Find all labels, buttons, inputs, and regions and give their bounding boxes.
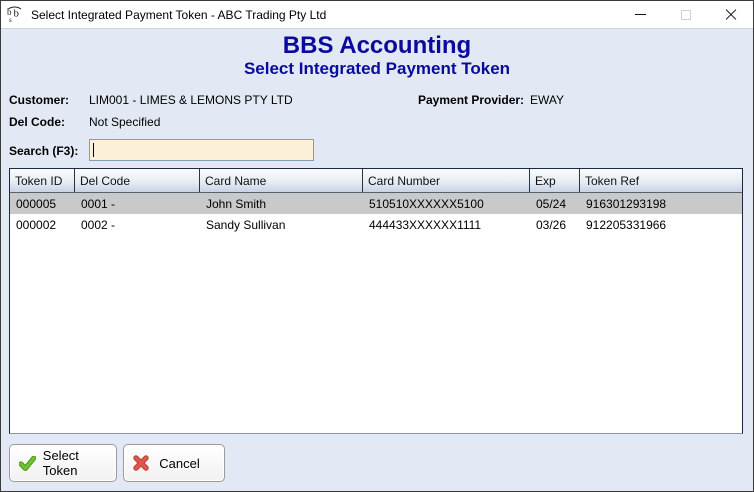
column-header-token-ref[interactable]: Token Ref	[580, 169, 742, 192]
cell-token-id: 000002	[10, 214, 75, 235]
column-header-del-code[interactable]: Del Code	[75, 169, 200, 192]
close-icon	[725, 9, 737, 21]
window-controls	[618, 1, 753, 28]
cell-token-ref: 912205331966	[580, 214, 742, 235]
token-table: Token ID Del Code Card Name Card Number …	[9, 168, 743, 434]
cell-del-code: 0001 -	[75, 193, 200, 214]
page-title: BBS Accounting	[1, 32, 753, 60]
green-check-icon	[19, 456, 36, 471]
cell-del-code: 0002 -	[75, 214, 200, 235]
search-field-wrap	[89, 139, 314, 161]
search-input[interactable]	[89, 139, 314, 161]
del-code-label: Del Code:	[9, 115, 65, 129]
cell-exp: 03/26	[530, 214, 580, 235]
page-subtitle: Select Integrated Payment Token	[1, 59, 753, 79]
customer-label: Customer:	[9, 93, 69, 107]
dialog-window: b b s Select Integrated Payment Token - …	[0, 0, 754, 492]
cell-card-number: 444433XXXXXX1111	[363, 214, 530, 235]
customer-value: LIM001 - LIMES & LEMONS PTY LTD	[89, 93, 293, 107]
select-token-button[interactable]: Select Token	[9, 444, 117, 482]
table-row[interactable]: 000005 0001 - John Smith 510510XXXXXX510…	[10, 193, 742, 214]
column-header-card-name[interactable]: Card Name	[200, 169, 363, 192]
svg-text:s: s	[9, 16, 12, 24]
minimize-button[interactable]	[618, 1, 663, 28]
cell-token-ref: 916301293198	[580, 193, 742, 214]
app-logo-icon: b b s	[6, 6, 24, 24]
cancel-button[interactable]: Cancel	[123, 444, 225, 482]
text-caret	[93, 143, 94, 157]
payment-provider-value: EWAY	[530, 93, 564, 107]
cell-exp: 05/24	[530, 193, 580, 214]
cell-card-name: John Smith	[200, 193, 363, 214]
table-row[interactable]: 000002 0002 - Sandy Sullivan 444433XXXXX…	[10, 214, 742, 235]
payment-provider-label: Payment Provider:	[418, 93, 524, 107]
cell-card-name: Sandy Sullivan	[200, 214, 363, 235]
column-header-token-id[interactable]: Token ID	[10, 169, 75, 192]
select-token-label: Select Token	[43, 448, 116, 478]
window-title: Select Integrated Payment Token - ABC Tr…	[31, 8, 326, 22]
column-header-exp[interactable]: Exp	[530, 169, 580, 192]
red-cross-icon	[133, 455, 149, 471]
maximize-icon	[681, 10, 691, 20]
cell-token-id: 000005	[10, 193, 75, 214]
svg-text:b: b	[14, 7, 20, 19]
search-label: Search (F3):	[9, 144, 78, 158]
column-header-card-number[interactable]: Card Number	[363, 169, 530, 192]
maximize-button	[663, 1, 708, 28]
minimize-icon	[635, 14, 646, 15]
title-bar: b b s Select Integrated Payment Token - …	[1, 1, 753, 29]
table-header-row: Token ID Del Code Card Name Card Number …	[10, 169, 742, 193]
cell-card-number: 510510XXXXXX5100	[363, 193, 530, 214]
close-button[interactable]	[708, 1, 753, 28]
cancel-label: Cancel	[159, 456, 213, 471]
del-code-value: Not Specified	[89, 115, 160, 129]
